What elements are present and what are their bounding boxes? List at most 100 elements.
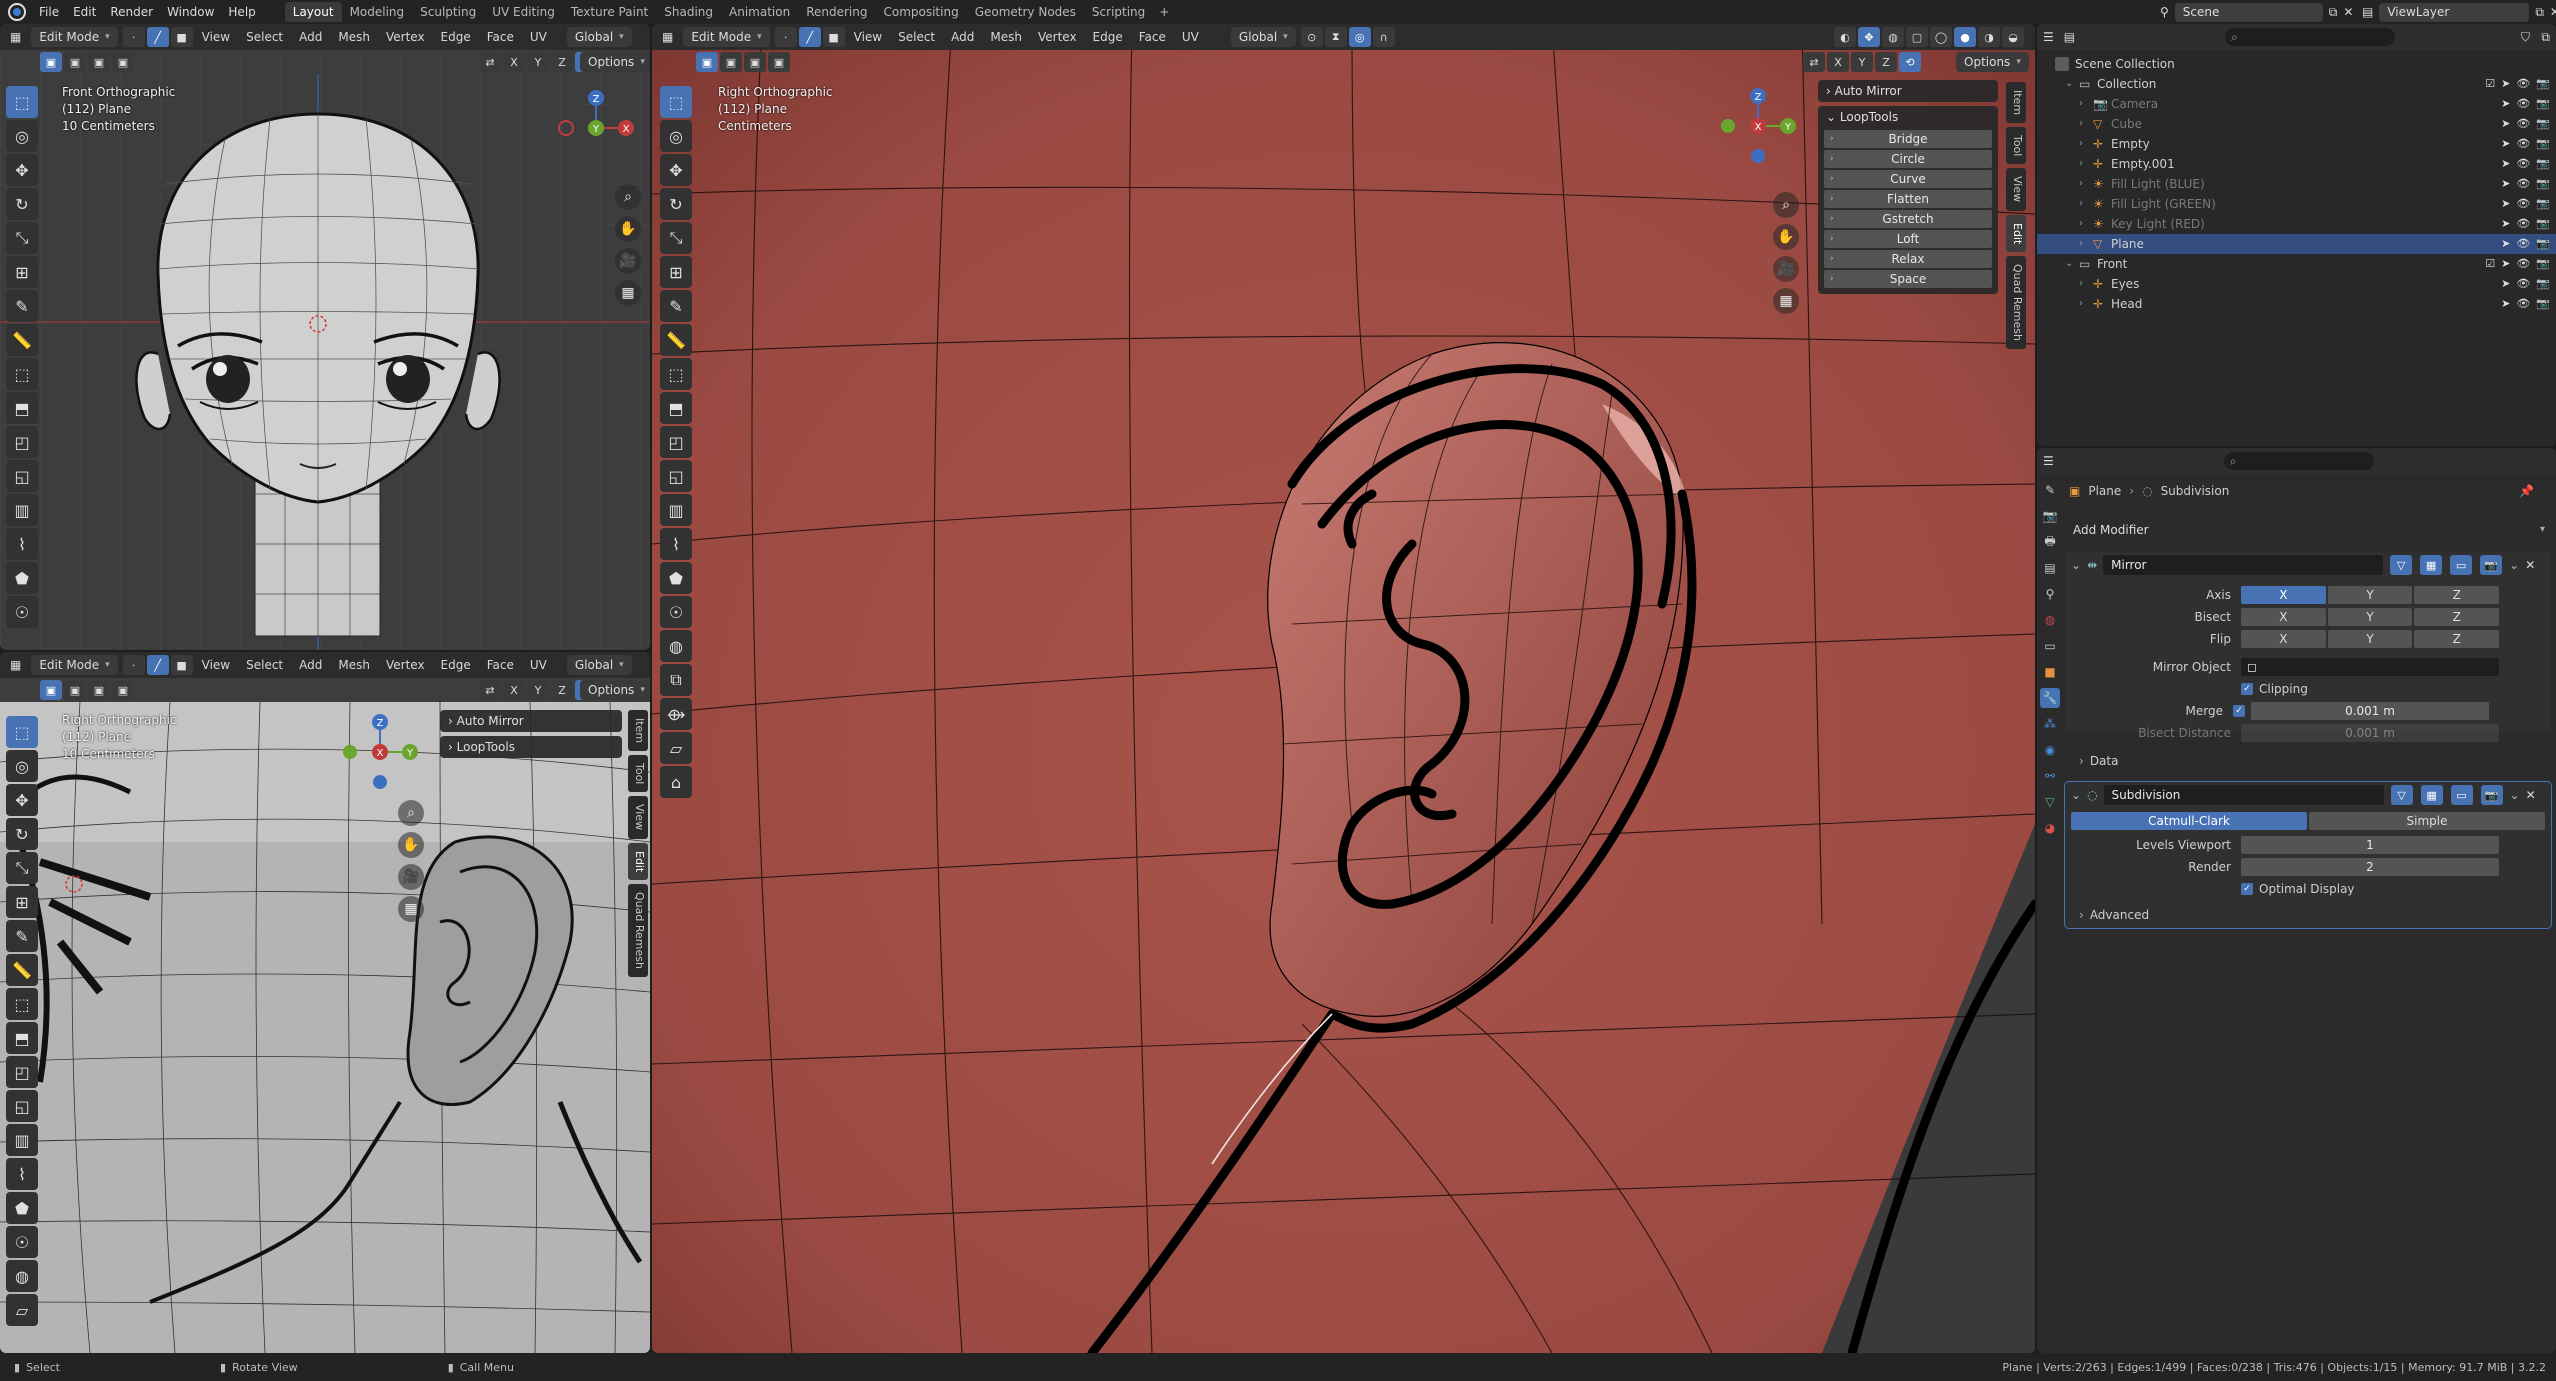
axis-z-toggle[interactable]: Z: [551, 680, 573, 700]
select-invert-icon[interactable]: ▣: [112, 680, 134, 700]
auto-mirror-header[interactable]: › Auto Mirror: [440, 710, 622, 732]
camera-render-icon[interactable]: 📷: [2536, 94, 2550, 114]
cage-toggle-icon[interactable]: ▦: [2420, 555, 2443, 575]
remove-modifier-icon[interactable]: ✕: [2525, 558, 2535, 572]
select-arrow-icon[interactable]: ➤: [2501, 114, 2510, 134]
menu-add[interactable]: Add: [943, 30, 982, 44]
shrink-tool-icon[interactable]: ⟴: [660, 698, 692, 730]
looptools-flatten-button[interactable]: › Flatten: [1824, 190, 1992, 208]
scene-collection-row[interactable]: Scene Collection: [2037, 54, 2556, 74]
select-tool-icon[interactable]: ⬚: [6, 86, 38, 118]
select-extend-icon[interactable]: ▣: [720, 52, 742, 72]
physics-tab-icon[interactable]: ◉: [2040, 740, 2060, 760]
inset-tool-icon[interactable]: ◰: [660, 426, 692, 458]
outliner-row-fill-light-green[interactable]: ›☀Fill Light (GREEN)☑➤👁📷: [2037, 194, 2556, 214]
scale-tool-icon[interactable]: ⤡: [660, 222, 692, 254]
viewport-toggle-icon[interactable]: ▭: [2450, 785, 2473, 805]
xray-icon[interactable]: ▢: [1906, 27, 1928, 47]
outliner-row-plane[interactable]: ›▽Plane☑➤👁📷: [2037, 234, 2556, 254]
object-tab-icon[interactable]: ■: [2040, 662, 2060, 682]
outliner-editor-icon[interactable]: ☰: [2043, 30, 2054, 44]
camera-render-icon[interactable]: 📷: [2536, 294, 2550, 314]
ortho-grid-icon[interactable]: ▦: [615, 280, 641, 306]
tab-shading[interactable]: Shading: [656, 2, 721, 22]
scene-name[interactable]: Scene: [2174, 2, 2323, 22]
looptools-relax-button[interactable]: › Relax: [1824, 250, 1992, 268]
editor-type-icon[interactable]: ▦: [4, 30, 27, 44]
navigation-gizmo[interactable]: Z X Y: [556, 88, 636, 168]
expand-chevron-icon[interactable]: ›: [2079, 154, 2093, 174]
checkbox-icon[interactable]: ☑: [2485, 74, 2495, 94]
measure-tool-icon[interactable]: 📏: [660, 324, 692, 356]
tab-texture-paint[interactable]: Texture Paint: [563, 2, 656, 22]
select-arrow-icon[interactable]: ➤: [2501, 214, 2510, 234]
close-scene-icon[interactable]: ✕: [2343, 5, 2353, 19]
axis-y-toggle[interactable]: Y: [527, 52, 549, 72]
snapping-icon[interactable]: ⧗: [1324, 27, 1347, 47]
camera-view-icon[interactable]: 🎥: [398, 864, 424, 890]
merge-distance-field[interactable]: 0.001 m: [2251, 702, 2489, 720]
eye-icon[interactable]: 👁: [2516, 154, 2530, 174]
outliner-row-collection[interactable]: ⌄ ▭ Collection ☑ ➤ 👁 📷: [2037, 74, 2556, 94]
editor-type-icon[interactable]: ▦: [656, 30, 679, 44]
select-arrow-icon[interactable]: ➤: [2501, 154, 2510, 174]
camera-render-icon[interactable]: 📷: [2536, 214, 2550, 234]
sidebar-tab-edit[interactable]: Edit: [2006, 214, 2026, 252]
zoom-icon[interactable]: ⌕: [615, 184, 641, 210]
vertex-select-icon[interactable]: ·: [774, 27, 797, 47]
scene-tab-icon[interactable]: ⚲: [2040, 584, 2060, 604]
select-arrow-icon[interactable]: ➤: [2501, 174, 2510, 194]
knife-tool-icon[interactable]: ⌇: [660, 528, 692, 560]
tab-compositing[interactable]: Compositing: [875, 2, 966, 22]
tab-sculpting[interactable]: Sculpting: [412, 2, 484, 22]
flip-z-button[interactable]: Z: [2414, 630, 2500, 648]
menu-view[interactable]: View: [846, 30, 890, 44]
data-subpanel[interactable]: › Data: [2065, 750, 2551, 772]
tab-uv-editing[interactable]: UV Editing: [484, 2, 563, 22]
tab-animation[interactable]: Animation: [721, 2, 798, 22]
mirror-name-field[interactable]: Mirror: [2103, 555, 2384, 575]
menu-select[interactable]: Select: [890, 30, 943, 44]
annotate-tool-icon[interactable]: ✎: [660, 290, 692, 322]
eye-icon[interactable]: 👁: [2516, 234, 2530, 254]
smooth-tool-icon[interactable]: ◍: [6, 1260, 38, 1292]
vertex-select-icon[interactable]: ·: [122, 655, 145, 675]
add-cube-tool-icon[interactable]: ⬚: [660, 358, 692, 390]
rotate-tool-icon[interactable]: ↻: [6, 188, 38, 220]
bevel-tool-icon[interactable]: ◱: [6, 1090, 38, 1122]
move-tool-icon[interactable]: ✥: [660, 154, 692, 186]
constraints-tab-icon[interactable]: ⚯: [2040, 766, 2060, 786]
new-collection-icon[interactable]: ⧉: [2541, 30, 2550, 45]
select-extend-icon[interactable]: ▣: [64, 52, 86, 72]
cage-toggle-icon[interactable]: ▦: [2420, 785, 2443, 805]
outliner-row-cube[interactable]: ›▽Cube☑➤👁📷: [2037, 114, 2556, 134]
select-subtract-icon[interactable]: ▣: [88, 52, 110, 72]
camera-render-icon[interactable]: 📷: [2536, 74, 2550, 94]
annotate-tool-icon[interactable]: ✎: [6, 290, 38, 322]
display-mode-icon[interactable]: ▤: [2064, 30, 2075, 44]
advanced-subpanel[interactable]: › Advanced: [2065, 904, 2551, 926]
select-invert-icon[interactable]: ▣: [768, 52, 790, 72]
eye-icon[interactable]: 👁: [2516, 134, 2530, 154]
axis-y-button[interactable]: Y: [2327, 586, 2413, 604]
render-toggle-icon[interactable]: 📷: [2480, 785, 2503, 805]
knife-tool-icon[interactable]: ⌇: [6, 528, 38, 560]
bevel-tool-icon[interactable]: ◱: [660, 460, 692, 492]
render-toggle-icon[interactable]: 📷: [2480, 555, 2503, 575]
select-tool-icon[interactable]: ⬚: [660, 86, 692, 118]
looptools-space-button[interactable]: › Space: [1824, 270, 1992, 288]
eye-icon[interactable]: 👁: [2516, 254, 2530, 274]
viewport-toggle-icon[interactable]: ▭: [2450, 555, 2473, 575]
face-select-icon[interactable]: ■: [170, 27, 193, 47]
visibility-icon[interactable]: ◐: [1834, 27, 1856, 47]
properties-search-field[interactable]: ⌕: [2223, 452, 2374, 470]
camera-render-icon[interactable]: 📷: [2536, 254, 2550, 274]
tab-modeling[interactable]: Modeling: [342, 2, 413, 22]
mirror-axes-icon[interactable]: ⇄: [1803, 52, 1825, 72]
viewport-right-small[interactable]: ▦ Edit Mode ▾ · ╱ ■ View Select Add Mesh …: [0, 652, 650, 1353]
navigation-gizmo[interactable]: Z Y X: [340, 712, 420, 792]
rip-tool-icon[interactable]: ⌂: [660, 766, 692, 798]
expand-chevron-icon[interactable]: ›: [2079, 114, 2093, 134]
menu-help[interactable]: Help: [221, 5, 262, 19]
material-shading-icon[interactable]: ◑: [1978, 27, 2000, 47]
